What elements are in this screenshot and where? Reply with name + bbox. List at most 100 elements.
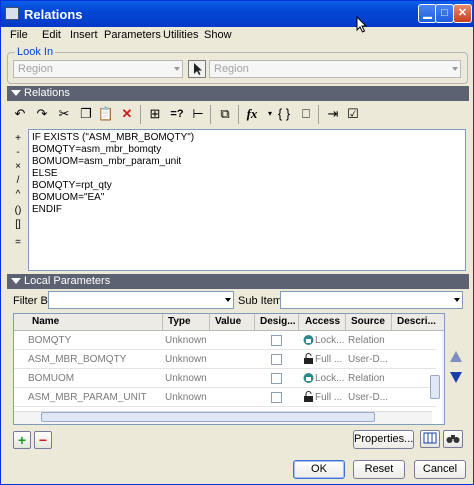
- table-columns-button[interactable]: [420, 430, 440, 448]
- menu-insert[interactable]: Insert: [70, 29, 98, 41]
- undo-icon[interactable]: ↶: [10, 104, 30, 124]
- look-in-item-select[interactable]: Region: [209, 60, 461, 78]
- cut-icon[interactable]: ✂: [54, 104, 74, 124]
- editor-line: ENDIF: [32, 204, 62, 215]
- maximize-button[interactable]: □: [435, 4, 454, 23]
- toolbar-separator: [318, 105, 319, 124]
- sub-items-select[interactable]: [280, 291, 463, 309]
- menu-show[interactable]: Show: [204, 29, 232, 41]
- relations-dialog: Relations ▁ □ ✕ File Edit Insert Paramet…: [0, 0, 474, 485]
- table-header: Name Type Value Desig... Access Source D…: [14, 314, 444, 331]
- column-value[interactable]: Value: [215, 316, 241, 327]
- remove-parameter-button[interactable]: −: [34, 431, 52, 449]
- sort-icon[interactable]: ⧉: [215, 104, 235, 124]
- unlock-icon: [304, 391, 313, 402]
- verify-icon[interactable]: ☑: [343, 104, 363, 124]
- close-button[interactable]: ✕: [453, 4, 472, 23]
- add-parameter-button[interactable]: +: [13, 431, 31, 449]
- move-down-arrow-icon[interactable]: [450, 372, 462, 383]
- unlock-icon: [304, 353, 313, 364]
- table-row[interactable]: ASM_MBR_PARAM_UNIT Unknown Full ... User…: [14, 388, 436, 407]
- lock-icon: [303, 335, 314, 345]
- relations-editor[interactable]: IF EXISTS ("ASM_MBR_BOMQTY") BOMQTY=asm_…: [28, 129, 466, 271]
- look-in-type-select[interactable]: Region: [13, 60, 183, 78]
- multiply-operator-icon[interactable]: ×: [7, 161, 29, 172]
- column-description[interactable]: Descri...: [397, 316, 436, 327]
- chevron-down-icon: [454, 298, 460, 302]
- divide-operator-icon[interactable]: /: [7, 175, 29, 186]
- toolbar-separator: [238, 105, 239, 124]
- menu-edit[interactable]: Edit: [42, 29, 61, 41]
- column-source[interactable]: Source: [351, 316, 385, 327]
- window-title: Relations: [24, 7, 83, 22]
- menu-utilities[interactable]: Utilities: [163, 29, 198, 41]
- column-type[interactable]: Type: [168, 316, 191, 327]
- move-up-arrow-icon[interactable]: [450, 351, 462, 362]
- minus-operator-icon[interactable]: -: [7, 147, 29, 158]
- collapse-arrow-icon: [11, 90, 21, 96]
- redo-icon[interactable]: ↷: [32, 104, 52, 124]
- properties-button[interactable]: Properties...: [353, 430, 414, 449]
- table-row[interactable]: BOMUOM Unknown Lock... Relation: [14, 369, 436, 388]
- chevron-down-icon: [174, 67, 180, 71]
- function-icon[interactable]: fx: [242, 104, 262, 124]
- brackets-icon[interactable]: { }: [274, 104, 294, 124]
- editor-line: IF EXISTS ("ASM_MBR_BOMQTY"): [32, 132, 195, 143]
- column-access[interactable]: Access: [305, 316, 340, 327]
- ok-button[interactable]: OK: [293, 460, 345, 479]
- local-parameters-section-header[interactable]: Local Parameters: [7, 274, 469, 289]
- execute-icon[interactable]: ⇥: [323, 104, 343, 124]
- column-designate[interactable]: Desig...: [260, 316, 296, 327]
- table-row[interactable]: BOMQTY Unknown Lock... Relation: [14, 331, 436, 350]
- square-brackets-icon[interactable]: []: [7, 219, 29, 230]
- relations-toolbar: ↶ ↷ ✂ ❐ 📋 ✕ ⊞ =? ⊢ ⧉ fx ▾ { } ⎕ ⇥ ☑: [7, 102, 469, 128]
- table-row[interactable]: ASM_MBR_BOMQTY Unknown Full ... User-D..…: [14, 350, 436, 369]
- menu-parameters[interactable]: Parameters: [104, 29, 161, 41]
- copy-icon[interactable]: ❐: [76, 104, 96, 124]
- insert-parameter-icon[interactable]: ⊞: [145, 104, 165, 124]
- dimension-icon[interactable]: ⊢: [188, 104, 208, 124]
- designate-checkbox[interactable]: [271, 392, 282, 403]
- select-item-button[interactable]: [188, 60, 206, 78]
- editor-line: BOMQTY=asm_mbr_bomqty: [32, 144, 162, 155]
- app-icon: [5, 7, 19, 20]
- reset-button[interactable]: Reset: [353, 460, 405, 479]
- vertical-scroll-thumb[interactable]: [430, 375, 440, 399]
- filter-by-select[interactable]: [48, 291, 234, 309]
- equals-operator-icon[interactable]: =: [7, 237, 29, 248]
- highlight-icon[interactable]: ⎕: [296, 104, 316, 124]
- toolbar-separator: [210, 105, 211, 124]
- power-operator-icon[interactable]: ^: [7, 189, 29, 200]
- parameters-table: Name Type Value Desig... Access Source D…: [13, 313, 445, 425]
- cancel-button[interactable]: Cancel: [414, 460, 466, 479]
- evaluate-icon[interactable]: =?: [167, 104, 187, 124]
- editor-line: ELSE: [32, 168, 58, 179]
- toolbar-separator: [140, 105, 141, 124]
- mouse-cursor-icon: [356, 16, 368, 33]
- table-vertical-scrollbar[interactable]: [442, 331, 444, 424]
- paste-icon[interactable]: 📋: [96, 104, 116, 124]
- editor-line: BOMQTY=rpt_qty: [32, 180, 112, 191]
- chevron-down-icon: [452, 67, 458, 71]
- designate-checkbox[interactable]: [271, 373, 282, 384]
- chevron-down-icon: [225, 298, 231, 302]
- binoculars-icon: [446, 435, 460, 443]
- table-icon: [423, 432, 437, 444]
- menu-bar: File Edit Insert Parameters Utilities Sh…: [1, 27, 473, 45]
- pointer-icon: [194, 63, 202, 75]
- title-bar: Relations ▁ □ ✕: [1, 1, 473, 27]
- parentheses-icon[interactable]: (): [7, 205, 29, 216]
- horizontal-scroll-thumb[interactable]: [41, 412, 375, 422]
- designate-checkbox[interactable]: [271, 335, 282, 346]
- delete-icon[interactable]: ✕: [117, 104, 137, 124]
- column-name[interactable]: Name: [32, 316, 59, 327]
- plus-operator-icon[interactable]: +: [7, 133, 29, 144]
- look-in-label: Look In: [15, 46, 56, 58]
- designate-checkbox[interactable]: [271, 354, 282, 365]
- relations-section-header[interactable]: Relations: [7, 86, 469, 101]
- operator-tools: + - × / ^ () [] =: [7, 129, 29, 271]
- editor-line: BOMUOM=asm_mbr_param_unit: [32, 156, 182, 167]
- menu-file[interactable]: File: [10, 29, 28, 41]
- collapse-arrow-icon: [11, 278, 21, 284]
- find-button[interactable]: [443, 430, 463, 448]
